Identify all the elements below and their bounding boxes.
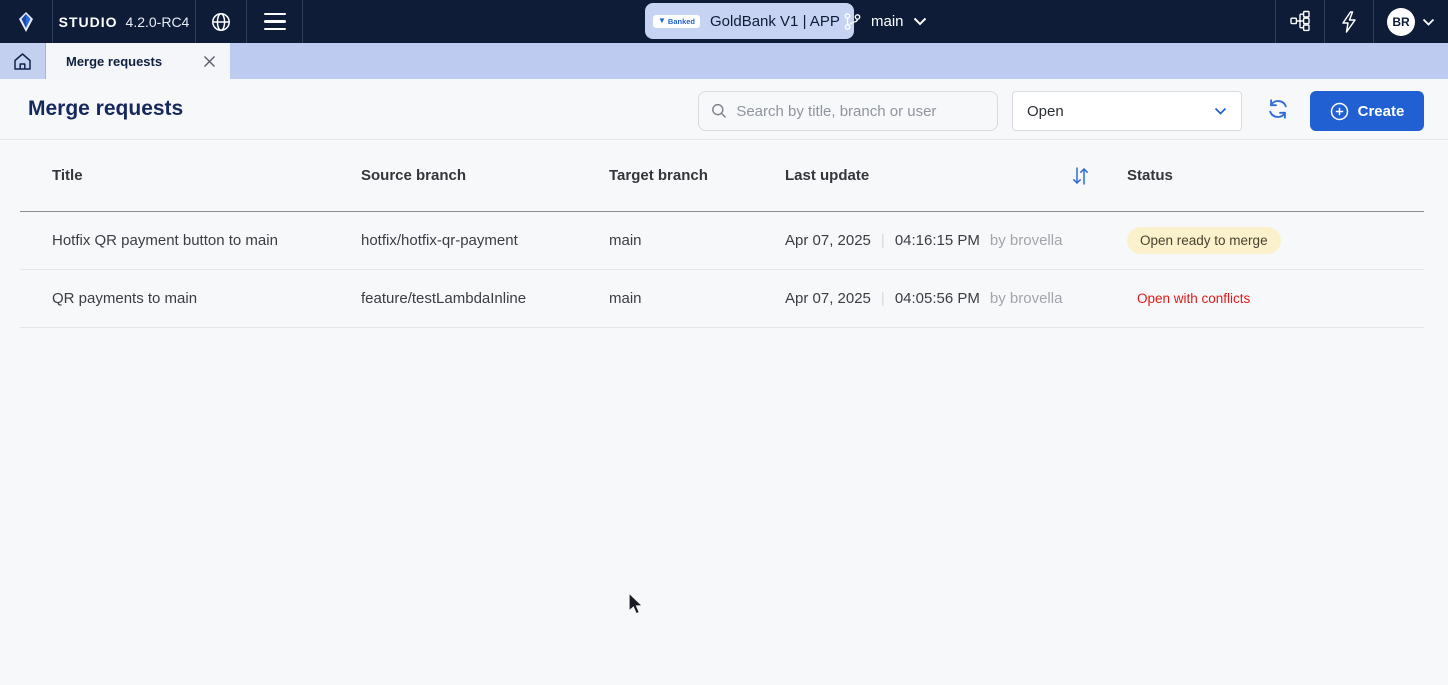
column-header-last-update: Last update	[785, 165, 1127, 187]
app-name-version: STUDIO 4.2.0-RC4	[53, 0, 196, 43]
globe-icon	[210, 11, 232, 33]
banked-chip-label: Banked	[668, 17, 695, 26]
app-logo[interactable]	[0, 0, 53, 43]
project-label: GoldBank V1 | APP	[710, 13, 840, 30]
status-badge: Open ready to merge	[1127, 227, 1281, 254]
sort-arrows-icon	[1069, 165, 1091, 187]
refresh-icon	[1267, 98, 1289, 120]
column-header-target-branch: Target branch	[609, 167, 785, 184]
mr-target-branch: main	[609, 290, 785, 307]
close-tab-icon[interactable]	[203, 55, 216, 68]
app-version: 4.2.0-RC4	[126, 14, 190, 30]
sitemap-icon	[1289, 10, 1312, 33]
status-filter-value: Open	[1027, 103, 1064, 120]
banked-logo-icon: ▼	[658, 17, 666, 25]
topbar-right-group: BR	[1275, 0, 1448, 43]
table-row[interactable]: QR payments to main feature/testLambdaIn…	[20, 270, 1424, 328]
deployment-view-button[interactable]	[1275, 0, 1324, 43]
column-header-source-branch: Source branch	[361, 167, 609, 184]
lightning-icon	[1339, 10, 1359, 34]
table-header-row: Title Source branch Target branch Last u…	[20, 140, 1424, 212]
user-menu[interactable]: BR	[1373, 0, 1448, 43]
search-box[interactable]	[698, 91, 998, 131]
menu-button[interactable]	[247, 0, 303, 43]
mr-source-branch: hotfix/hotfix-qr-payment	[361, 232, 609, 249]
status-text: Open with conflicts	[1137, 291, 1250, 306]
banked-chip: ▼ Banked	[653, 15, 700, 28]
project-badge[interactable]: ▼ Banked GoldBank V1 | APP	[645, 3, 854, 39]
mr-time: 04:16:15 PM	[895, 232, 980, 249]
refresh-button[interactable]	[1266, 97, 1290, 121]
search-icon	[711, 102, 727, 120]
mr-author: by brovella	[990, 290, 1063, 307]
mr-last-update: Apr 07, 2025 | 04:05:56 PM by brovella	[785, 290, 1127, 307]
mr-last-update: Apr 07, 2025 | 04:16:15 PM by brovella	[785, 232, 1127, 249]
search-input[interactable]	[736, 103, 985, 120]
tab-strip: Merge requests	[0, 43, 1448, 79]
app-name: STUDIO	[59, 14, 118, 30]
chevron-down-icon	[1422, 18, 1435, 26]
home-tab-button[interactable]	[0, 43, 46, 79]
chevron-down-icon	[913, 17, 927, 26]
page-header: Merge requests Open Create	[0, 79, 1448, 140]
tab-merge-requests[interactable]: Merge requests	[46, 43, 230, 79]
sort-button[interactable]	[1069, 165, 1091, 187]
tab-label: Merge requests	[66, 54, 162, 69]
page-title: Merge requests	[28, 97, 183, 121]
plus-circle-icon	[1330, 102, 1349, 121]
mr-time: 04:05:56 PM	[895, 290, 980, 307]
create-button[interactable]: Create	[1310, 91, 1424, 131]
mr-author: by brovella	[990, 232, 1063, 249]
branch-selector[interactable]: main	[843, 0, 927, 43]
home-icon	[12, 51, 33, 72]
studio-logo-icon	[14, 10, 38, 34]
mr-status-cell: Open with conflicts	[1127, 290, 1424, 307]
hamburger-icon	[264, 13, 286, 31]
user-avatar: BR	[1387, 8, 1415, 36]
column-header-status: Status	[1127, 167, 1424, 184]
mr-date: Apr 07, 2025	[785, 290, 871, 307]
mr-date: Apr 07, 2025	[785, 232, 871, 249]
git-branch-icon	[843, 12, 862, 31]
merge-requests-table: Title Source branch Target branch Last u…	[20, 140, 1424, 328]
mr-source-branch: feature/testLambdaInline	[361, 290, 609, 307]
table-row[interactable]: Hotfix QR payment button to main hotfix/…	[20, 212, 1424, 270]
mr-title[interactable]: Hotfix QR payment button to main	[52, 232, 361, 249]
date-separator: |	[881, 290, 885, 307]
chevron-down-icon	[1214, 107, 1227, 115]
create-button-label: Create	[1358, 103, 1405, 120]
top-bar: STUDIO 4.2.0-RC4 ▼ Banked GoldBank V1 | …	[0, 0, 1448, 43]
mouse-cursor	[627, 592, 647, 618]
last-update-label: Last update	[785, 167, 869, 184]
date-separator: |	[881, 232, 885, 249]
quick-actions-button[interactable]	[1324, 0, 1373, 43]
branch-name: main	[871, 13, 904, 30]
globe-button[interactable]	[196, 0, 247, 43]
mr-title[interactable]: QR payments to main	[52, 290, 361, 307]
status-filter-dropdown[interactable]: Open	[1012, 91, 1242, 131]
column-header-title: Title	[52, 167, 361, 184]
mr-target-branch: main	[609, 232, 785, 249]
mr-status-cell: Open ready to merge	[1127, 227, 1424, 254]
